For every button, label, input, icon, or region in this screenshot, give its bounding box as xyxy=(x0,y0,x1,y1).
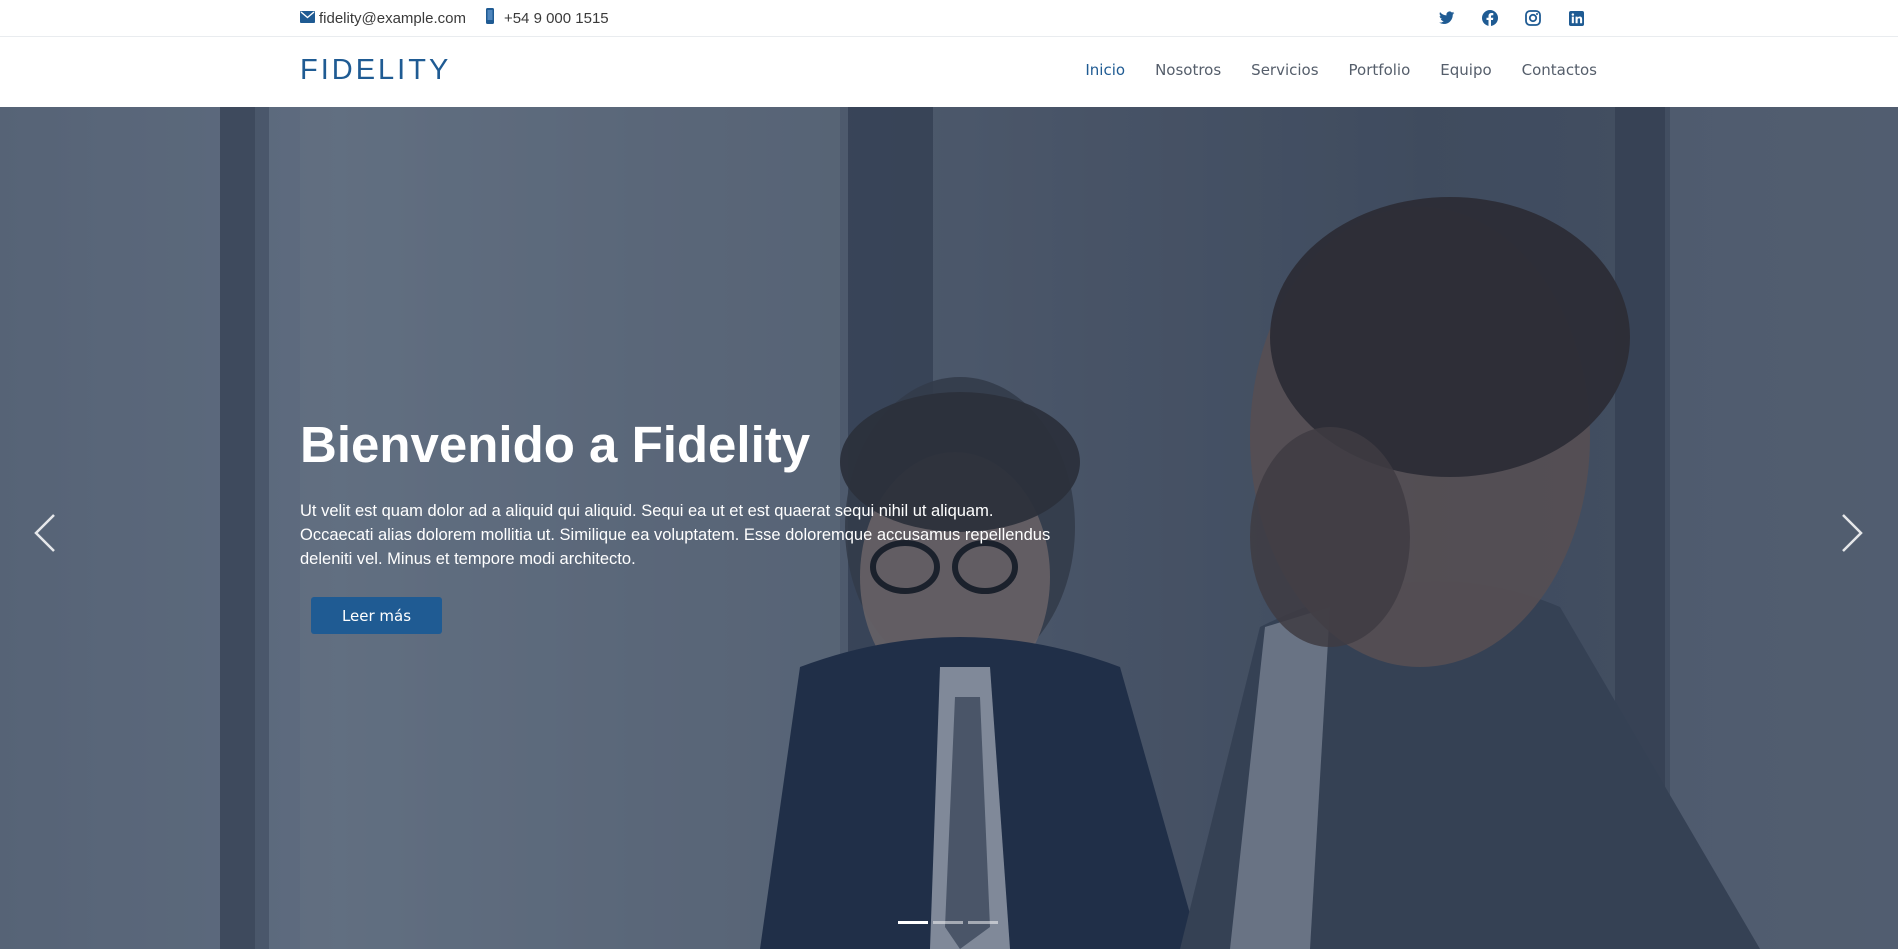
carousel-indicator-2[interactable] xyxy=(933,921,963,924)
nav-nosotros[interactable]: Nosotros xyxy=(1155,61,1221,79)
nav-equipo[interactable]: Equipo xyxy=(1440,61,1491,79)
linkedin-icon[interactable] xyxy=(1565,7,1587,29)
facebook-icon[interactable] xyxy=(1479,7,1501,29)
hero-title: Bienvenido a Fidelity xyxy=(300,416,811,473)
hero-carousel: Bienvenido a Fidelity Ut velit est quam … xyxy=(0,107,1898,949)
carousel-prev-icon[interactable] xyxy=(25,503,65,563)
contact-info: fidelity@example.com +54 9 000 1515 xyxy=(300,8,627,28)
carousel-indicator-3[interactable] xyxy=(968,921,998,924)
twitter-icon[interactable] xyxy=(1436,7,1458,29)
site-logo[interactable]: FIDELITY xyxy=(300,54,451,87)
carousel-next-icon[interactable] xyxy=(1832,503,1872,563)
nav-inicio[interactable]: Inicio xyxy=(1085,61,1125,79)
email-text: fidelity@example.com xyxy=(319,9,466,27)
main-nav: Inicio Nosotros Servicios Portfolio Equi… xyxy=(1055,61,1597,79)
top-bar: fidelity@example.com +54 9 000 1515 xyxy=(0,0,1898,37)
nav-portfolio[interactable]: Portfolio xyxy=(1349,61,1411,79)
social-links xyxy=(1436,7,1608,29)
hero-description: Ut velit est quam dolor ad a aliquid qui… xyxy=(300,502,1051,568)
carousel-indicator-1[interactable] xyxy=(898,921,928,924)
carousel-indicators xyxy=(898,921,1003,924)
nav-servicios[interactable]: Servicios xyxy=(1251,61,1318,79)
instagram-icon[interactable] xyxy=(1522,7,1544,29)
envelope-icon xyxy=(300,10,315,27)
email-item[interactable]: fidelity@example.com xyxy=(300,10,466,27)
phone-text: +54 9 000 1515 xyxy=(503,9,609,27)
phone-icon xyxy=(484,8,496,28)
read-more-button[interactable]: Leer más xyxy=(311,597,442,634)
site-header: FIDELITY Inicio Nosotros Servicios Portf… xyxy=(0,37,1898,107)
phone-item[interactable]: +54 9 000 1515 xyxy=(484,8,609,28)
nav-contactos[interactable]: Contactos xyxy=(1522,61,1597,79)
